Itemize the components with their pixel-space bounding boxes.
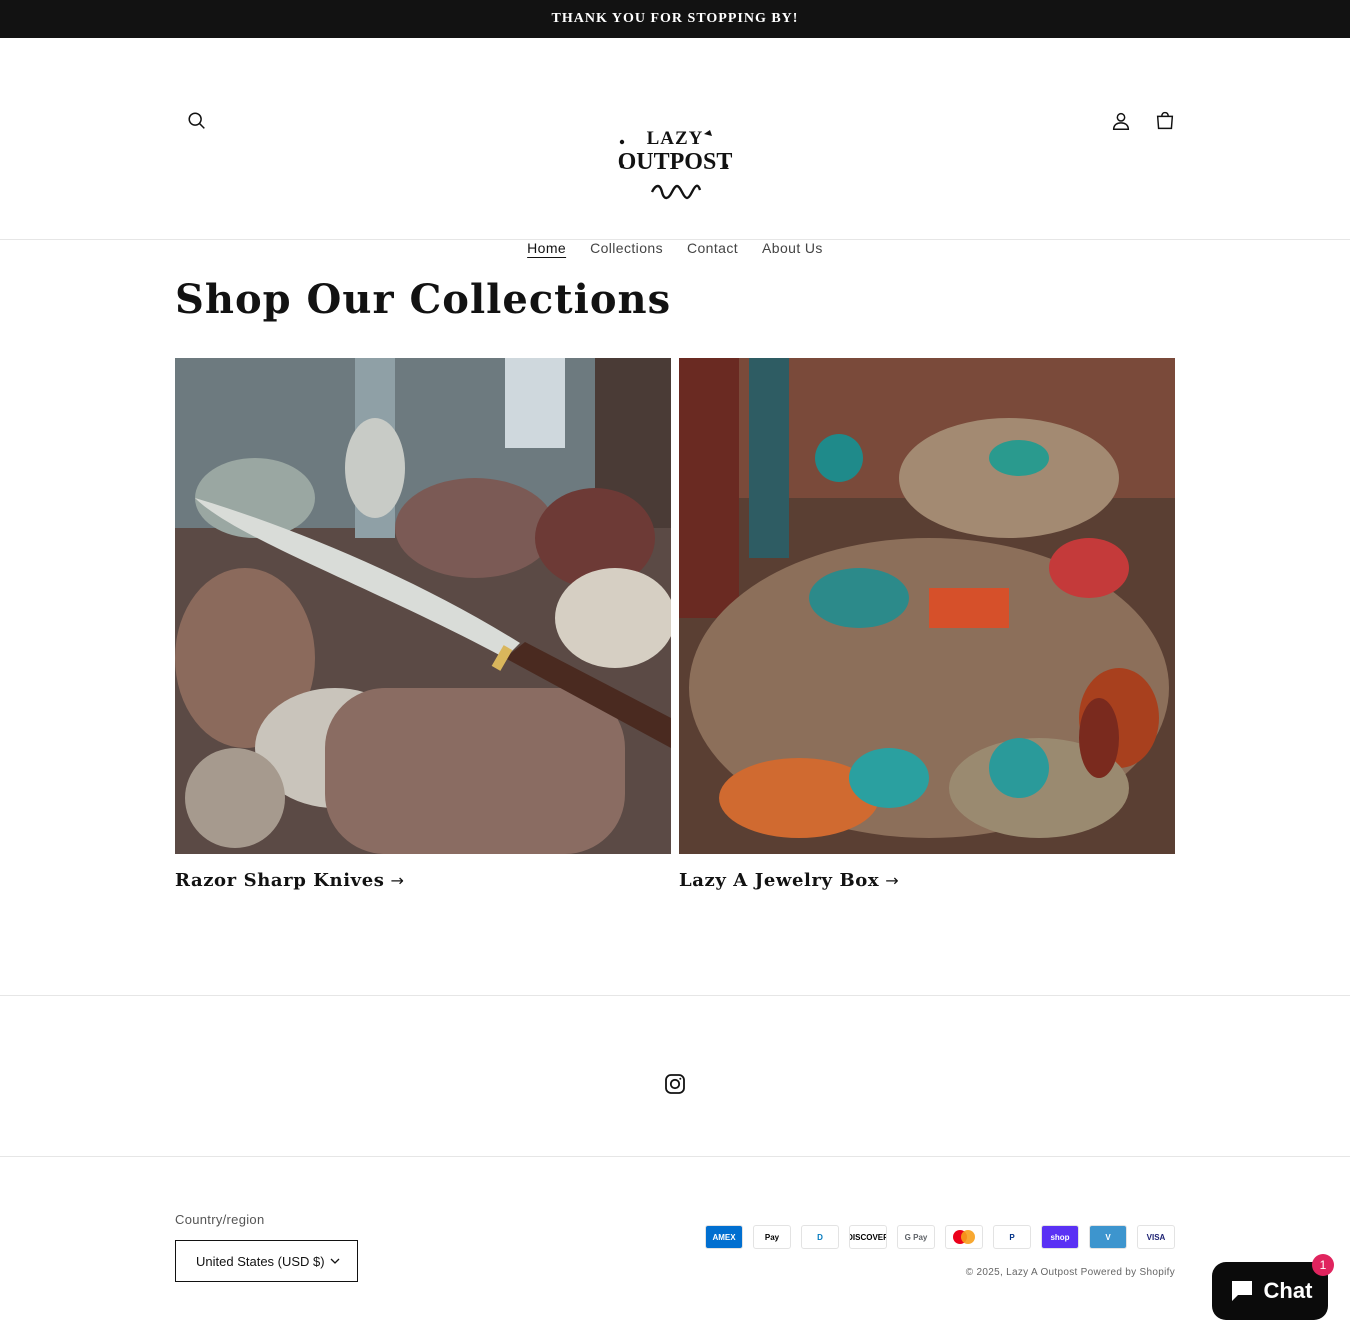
announcement-text: THANK YOU FOR STOPPING BY! (551, 11, 799, 26)
collection-image-knives[interactable] (175, 358, 671, 854)
collection-title-text: Lazy A Jewelry Box (679, 870, 880, 891)
cart-icon (1156, 111, 1174, 130)
chat-button[interactable]: Chat (1212, 1262, 1328, 1320)
payment-icon-mastercard (945, 1225, 983, 1249)
instagram-link[interactable] (663, 1072, 687, 1096)
copyright-text: © 2025, Lazy A Outpost Powered by Shopif… (965, 1267, 1175, 1278)
search-icon (188, 112, 205, 129)
footer-divider (0, 1156, 1350, 1157)
collection-image-jewelry[interactable] (679, 358, 1175, 854)
payment-icon-label: AMEX (712, 1232, 736, 1242)
payment-icon-paypal: P (993, 1225, 1031, 1249)
payment-icon-label: V (1105, 1232, 1111, 1242)
logo-text-line2: OUTPOST (617, 149, 733, 175)
site-header: LAZY OUTPOST Home Collections Contact Ab… (0, 38, 1350, 256)
chat-badge: 1 (1312, 1254, 1334, 1276)
payment-icon-google-pay: G Pay (897, 1225, 935, 1249)
payment-icon-diners-club: D (801, 1225, 839, 1249)
payment-icon-label: G Pay (904, 1232, 928, 1242)
payment-icon-label: Pay (764, 1232, 780, 1242)
collection-card-jewelry[interactable]: Lazy A Jewelry Box → (679, 358, 1175, 891)
nav-item-contact[interactable]: Contact (675, 234, 750, 262)
main-navigation: Home Collections Contact About Us (0, 234, 1350, 262)
collection-card-knives[interactable]: Razor Sharp Knives → (175, 358, 671, 891)
chat-icon (1231, 1281, 1252, 1301)
site-logo[interactable]: LAZY OUTPOST (612, 122, 738, 204)
collection-title-knives[interactable]: Razor Sharp Knives → (175, 870, 671, 891)
country-value: United States (USD $) (196, 1253, 325, 1269)
collection-title-jewelry[interactable]: Lazy A Jewelry Box → (679, 870, 1175, 891)
search-button[interactable] (175, 99, 219, 143)
payment-icon-shop-pay: shop (1041, 1225, 1079, 1249)
payment-icon-american-express: AMEX (705, 1225, 743, 1249)
arrow-right-icon: → (390, 871, 405, 890)
collection-title-text: Razor Sharp Knives (175, 870, 385, 891)
payment-icon-label: D (817, 1232, 823, 1242)
payment-icon-label: DISCOVER (849, 1232, 887, 1242)
instagram-icon (665, 1074, 685, 1094)
account-icon (1112, 112, 1130, 130)
arrow-right-icon: → (885, 871, 900, 890)
payment-icons: AMEX Pay D DISCOVER G Pay Pshop V VISA (705, 1225, 1175, 1249)
footer-divider (0, 995, 1350, 996)
announcement-bar: THANK YOU FOR STOPPING BY! (0, 0, 1350, 38)
nav-item-home[interactable]: Home (515, 234, 578, 262)
payment-icon-visa: VISA (1137, 1225, 1175, 1249)
payment-icon-label: shop (1050, 1232, 1070, 1242)
payment-icon-discover: DISCOVER (849, 1225, 887, 1249)
payment-icon-apple-pay: Pay (753, 1225, 791, 1249)
country-selector[interactable]: United States (USD $) (175, 1240, 358, 1282)
nav-item-about-us[interactable]: About Us (750, 234, 835, 262)
payment-icon-label: VISA (1146, 1232, 1166, 1242)
logo-text-line1: LAZY (646, 128, 704, 149)
page-title: Shop Our Collections (175, 276, 672, 323)
payment-icon-label: P (1009, 1232, 1015, 1242)
cart-button[interactable] (1143, 99, 1187, 143)
country-label: Country/region (175, 1212, 265, 1227)
chat-label: Chat (1263, 1278, 1313, 1303)
account-button[interactable] (1099, 99, 1143, 143)
chevron-down-icon (330, 1258, 340, 1264)
payment-icon-venmo: V (1089, 1225, 1127, 1249)
nav-item-collections[interactable]: Collections (578, 234, 675, 262)
